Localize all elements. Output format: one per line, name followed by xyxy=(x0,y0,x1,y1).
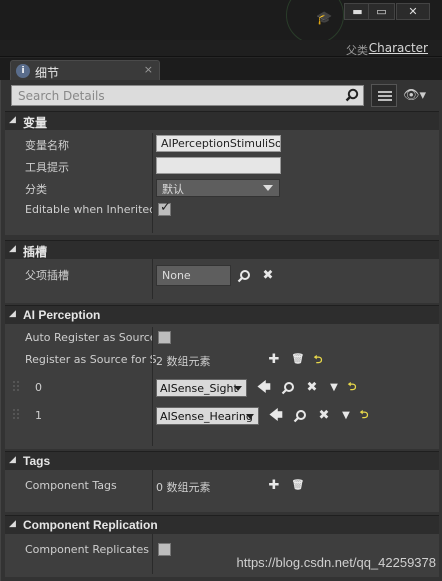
search-icon[interactable] xyxy=(345,88,359,102)
register-senses-label: Register as Source for Se xyxy=(25,353,157,366)
editable-label: Editable when Inherited xyxy=(25,203,153,216)
auto-register-label: Auto Register as Source xyxy=(25,331,153,344)
register-senses-row: Register as Source for Se 2 数组元素 ✚ 🗑 ⮌ xyxy=(5,349,439,375)
sense-element-index: 0 xyxy=(35,381,42,394)
variable-name-input[interactable]: AIPerceptionStimuliSou xyxy=(156,135,281,152)
collapse-arrow-icon: ◢ xyxy=(9,519,16,529)
section-socket-header[interactable]: ◢ 插槽 xyxy=(5,240,439,259)
auto-register-checkbox[interactable] xyxy=(158,331,171,344)
close-window-button[interactable]: ✕ xyxy=(396,3,430,20)
section-ai-perception-header[interactable]: ◢ AI Perception xyxy=(5,305,439,324)
section-tags-header[interactable]: ◢ Tags xyxy=(5,451,439,470)
section-socket-title: 插槽 xyxy=(23,245,48,259)
category-label: 分类 xyxy=(25,183,47,196)
tooltip-input[interactable] xyxy=(156,157,281,174)
sense-element-index: 1 xyxy=(35,409,42,422)
section-replication-title: Component Replication xyxy=(23,518,158,532)
reset-to-default-icon[interactable]: ⮌ xyxy=(345,380,359,394)
decorative-glow xyxy=(286,0,344,44)
component-tags-row: Component Tags 0 数组元素 ✚ 🗑 xyxy=(5,470,439,510)
section-variable-header[interactable]: ◢ 变量 xyxy=(5,111,439,130)
tab-close-icon[interactable]: × xyxy=(144,63,153,76)
register-senses-count: 2 数组元素 xyxy=(156,355,211,368)
add-element-icon[interactable]: ✚ xyxy=(267,353,281,367)
sense-dropdown[interactable]: AISense_Sight xyxy=(156,379,247,397)
search-icon[interactable] xyxy=(237,269,251,283)
minimize-button[interactable]: ▬ xyxy=(344,3,371,20)
collapse-arrow-icon: ◢ xyxy=(9,455,16,465)
variable-name-label: 变量名称 xyxy=(25,139,69,152)
reset-to-default-icon[interactable]: ⮌ xyxy=(357,408,371,422)
watermark-url: https://blog.csdn.net/qq_42259378 xyxy=(236,555,437,570)
browse-icon[interactable] xyxy=(281,381,295,395)
parent-class-label: 父类 xyxy=(346,44,368,57)
collapse-arrow-icon: ◢ xyxy=(9,309,16,319)
search-row: 👁▾ xyxy=(11,84,433,107)
parent-class-link[interactable]: Character xyxy=(369,41,428,55)
editable-row: Editable when Inherited ✓ xyxy=(5,199,439,221)
chevron-down-icon[interactable]: ▼ xyxy=(339,409,353,423)
parent-socket-label: 父项插槽 xyxy=(25,269,69,282)
sense-value: AISense_Sight xyxy=(160,382,238,395)
parent-class-bar: 父类 Character xyxy=(0,40,442,57)
chevron-down-icon xyxy=(234,386,242,391)
component-replicates-checkbox[interactable] xyxy=(158,543,171,556)
reset-to-default-icon[interactable]: ⮌ xyxy=(311,353,325,367)
tooltip-row: 工具提示 xyxy=(5,155,439,177)
collapse-arrow-icon: ◢ xyxy=(9,115,16,125)
category-dropdown[interactable]: 默认 xyxy=(156,179,280,197)
sense-element-row-1: 1 AISense_Hearing 🡄 ✖ ▼ ⮌ xyxy=(5,403,439,431)
parent-socket-row: 父项插槽 None ✖ xyxy=(5,259,439,299)
graduation-cap-icon[interactable]: 🎓 xyxy=(316,12,332,26)
arrow-left-icon[interactable]: 🡄 xyxy=(269,409,283,423)
drag-handle-icon[interactable] xyxy=(13,409,19,419)
tab-strip: i 细节 × xyxy=(0,58,442,80)
sense-value: AISense_Hearing xyxy=(160,410,253,423)
auto-register-row: Auto Register as Source xyxy=(5,327,439,349)
component-tags-label: Component Tags xyxy=(25,479,117,492)
sense-dropdown[interactable]: AISense_Hearing xyxy=(156,407,259,425)
eye-visibility-icon[interactable]: 👁▾ xyxy=(403,88,433,104)
chevron-down-icon xyxy=(246,414,254,419)
section-tags-title: Tags xyxy=(23,454,51,468)
section-variable: ◢ 变量 变量名称 AIPerceptionStimuliSou 工具提示 分类… xyxy=(5,111,439,235)
editable-checkbox[interactable]: ✓ xyxy=(158,200,171,216)
browse-icon[interactable] xyxy=(293,409,307,423)
trash-icon[interactable]: 🗑 xyxy=(291,479,305,493)
tab-details-label: 细节 xyxy=(35,66,60,80)
checkmark-icon: ✓ xyxy=(160,200,171,215)
info-icon: i xyxy=(16,64,30,78)
view-options-list-icon[interactable] xyxy=(371,84,397,107)
details-panel: 👁▾ ◢ 变量 变量名称 AIPerceptionStimuliSou 工具提示… xyxy=(0,80,442,581)
chevron-down-icon[interactable]: ▼ xyxy=(327,381,341,395)
chevron-down-icon xyxy=(263,185,273,191)
tooltip-label: 工具提示 xyxy=(25,161,69,174)
parent-socket-field[interactable]: None xyxy=(156,265,231,286)
search-input[interactable] xyxy=(12,86,342,105)
maximize-button[interactable]: ▭ xyxy=(368,3,395,20)
section-tags: ◢ Tags Component Tags 0 数组元素 ✚ 🗑 xyxy=(5,451,439,512)
clear-icon[interactable]: ✖ xyxy=(305,381,319,395)
section-socket: ◢ 插槽 父项插槽 None ✖ xyxy=(5,240,439,303)
section-ai-perception-title: AI Perception xyxy=(23,308,101,322)
arrow-left-icon[interactable]: 🡄 xyxy=(257,381,271,395)
clear-icon[interactable]: ✖ xyxy=(317,409,331,423)
component-replicates-label: Component Replicates xyxy=(25,543,149,556)
clear-icon[interactable]: ✖ xyxy=(261,269,275,283)
category-row: 分类 默认 xyxy=(5,177,439,199)
category-value: 默认 xyxy=(162,183,184,196)
section-variable-title: 变量 xyxy=(23,116,48,130)
collapse-arrow-icon: ◢ xyxy=(9,244,16,254)
sense-element-row-0: 0 AISense_Sight 🡄 ✖ ▼ ⮌ xyxy=(5,375,439,403)
tab-details[interactable]: i 细节 × xyxy=(10,60,160,80)
trash-icon[interactable]: 🗑 xyxy=(291,353,305,367)
section-ai-perception: ◢ AI Perception Auto Register as Source … xyxy=(5,305,439,449)
drag-handle-icon[interactable] xyxy=(13,381,19,391)
search-box xyxy=(11,85,364,106)
component-tags-count: 0 数组元素 xyxy=(156,481,211,494)
add-element-icon[interactable]: ✚ xyxy=(267,479,281,493)
section-replication-header[interactable]: ◢ Component Replication xyxy=(5,515,439,534)
variable-name-row: 变量名称 AIPerceptionStimuliSou xyxy=(5,133,439,155)
title-bar: 🎓 ▬ ▭ ✕ xyxy=(0,0,442,44)
